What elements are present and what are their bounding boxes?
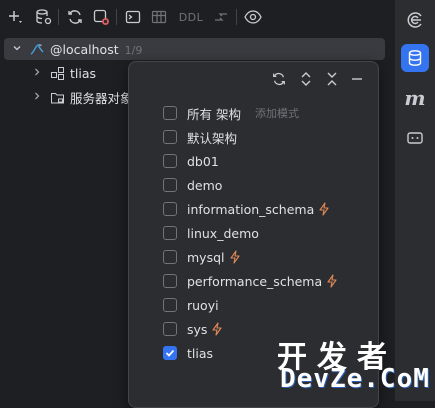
- toolbar-separator: [236, 9, 237, 25]
- connection-name: @localhost: [50, 41, 119, 57]
- expand-all-icon[interactable]: [297, 70, 315, 88]
- table-icon[interactable]: [148, 6, 170, 28]
- right-tool-strip: m: [394, 0, 435, 401]
- checkbox[interactable]: [163, 322, 177, 336]
- mysql-icon: [29, 41, 45, 60]
- chevron-down-icon[interactable]: [12, 43, 22, 56]
- view-options-icon[interactable]: [242, 6, 264, 28]
- checkbox[interactable]: [163, 202, 177, 216]
- checkbox[interactable]: [163, 250, 177, 264]
- schema-option[interactable]: performance_schema: [163, 270, 338, 292]
- schema-label: db01: [187, 153, 219, 169]
- toolbar-separator: [58, 9, 59, 25]
- toolbar-separator: [116, 9, 117, 25]
- checkbox[interactable]: [163, 106, 177, 120]
- checkbox[interactable]: [163, 178, 177, 192]
- schema-label: sys: [187, 321, 208, 337]
- introspection-bolt-icon: [318, 202, 330, 216]
- checkbox[interactable]: [163, 130, 177, 144]
- schema-label: ruoyi: [187, 297, 219, 313]
- chevron-right-icon[interactable]: [32, 67, 42, 80]
- schema-label: tlias: [187, 345, 214, 361]
- minimize-icon[interactable]: [348, 70, 366, 88]
- schema-option[interactable]: 默认架构: [163, 126, 237, 148]
- tree-item-label: tlias: [70, 65, 97, 81]
- schema-option[interactable]: tlias: [163, 342, 213, 364]
- database-icon[interactable]: [401, 44, 429, 72]
- schema-label: 默认架构: [187, 130, 238, 146]
- tree-item-label: 服务器对象: [70, 90, 133, 106]
- popup-header: [129, 62, 378, 96]
- folder-icon: [50, 90, 65, 108]
- schema-option[interactable]: db01: [163, 150, 219, 172]
- ddl-icon[interactable]: DDL: [176, 6, 206, 28]
- schema-option[interactable]: ruoyi: [163, 294, 219, 316]
- introspection-bolt-icon: [211, 322, 223, 336]
- chevron-right-icon[interactable]: [32, 91, 42, 104]
- checkbox-checked[interactable]: [163, 346, 177, 360]
- schema-option[interactable]: information_schema: [163, 198, 330, 220]
- schema-label: performance_schema: [187, 273, 323, 289]
- schema-option[interactable]: demo: [163, 174, 222, 196]
- add-icon[interactable]: [4, 6, 26, 28]
- schema-label: information_schema: [187, 201, 315, 217]
- introspection-bolt-icon: [229, 250, 241, 264]
- open-console-icon[interactable]: [122, 6, 144, 28]
- toolbar: DDL: [0, 0, 392, 32]
- schema-label: demo: [187, 177, 223, 193]
- introspection-bolt-icon: [326, 274, 338, 288]
- tree-root-row[interactable]: @localhost 1/9: [4, 38, 385, 60]
- terminal-icon[interactable]: [401, 124, 429, 152]
- jump-icon[interactable]: [210, 6, 232, 28]
- maven-icon[interactable]: m: [401, 84, 429, 112]
- stop-icon[interactable]: [90, 6, 112, 28]
- collapse-all-icon[interactable]: [323, 70, 341, 88]
- schema-label: mysql: [187, 249, 225, 265]
- all-schemas-option[interactable]: 所有 架构 添加模式: [163, 102, 299, 124]
- schema-icon: [50, 66, 65, 84]
- checkbox[interactable]: [163, 274, 177, 288]
- ai-assistant-icon[interactable]: [401, 6, 429, 34]
- all-schemas-label: 所有 架构: [187, 106, 241, 122]
- schema-count-badge: 1/9: [124, 43, 143, 57]
- checkbox[interactable]: [163, 154, 177, 168]
- schema-filter-popup: 所有 架构 添加模式 默认架构 db01 demo information_schem…: [128, 61, 379, 408]
- checkbox[interactable]: [163, 226, 177, 240]
- schema-option[interactable]: sys: [163, 318, 223, 340]
- refresh-icon[interactable]: [64, 6, 86, 28]
- refresh-icon[interactable]: [270, 70, 288, 88]
- checkbox[interactable]: [163, 298, 177, 312]
- data-source-properties-icon[interactable]: [32, 6, 54, 28]
- schema-option[interactable]: mysql: [163, 246, 241, 268]
- schema-option[interactable]: linux_demo: [163, 222, 259, 244]
- add-mode-hint[interactable]: 添加模式: [255, 105, 299, 121]
- schema-label: linux_demo: [187, 225, 259, 241]
- tree-root-label: @localhost 1/9: [50, 42, 142, 57]
